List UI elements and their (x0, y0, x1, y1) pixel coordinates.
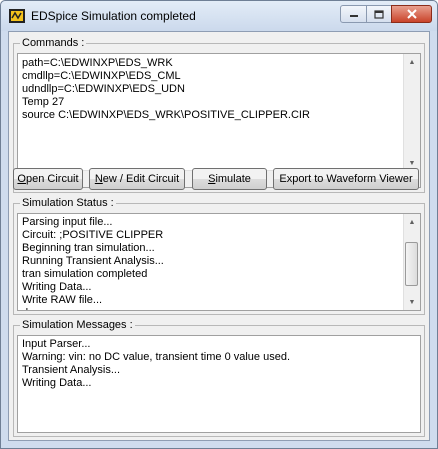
status-line: Parsing input file... (22, 216, 113, 228)
simulate-label: Simulate (208, 173, 251, 185)
simulation-messages-group: Simulation Messages : Input Parser... Wa… (13, 319, 425, 437)
close-icon (406, 9, 417, 19)
commands-vertical-scrollbar[interactable]: ▲ ▼ (403, 54, 420, 171)
status-text: Parsing input file... Circuit: ;POSITIVE… (22, 216, 164, 310)
scroll-up-arrow-icon[interactable]: ▲ (404, 214, 420, 230)
simulation-messages-label: Simulation Messages : (20, 319, 135, 331)
window-title: EDSpice Simulation completed (31, 9, 196, 23)
dialog-client-area: Commands : path=C:\EDWINXP\EDS_WRK cmdll… (8, 31, 430, 441)
simulate-button[interactable]: Simulate (192, 168, 267, 190)
command-line: source C:\EDWINXP\EDS_WRK\POSITIVE_CLIPP… (22, 109, 310, 121)
simulation-status-textarea[interactable]: Parsing input file... Circuit: ;POSITIVE… (17, 213, 421, 311)
message-line: Input Parser... (22, 338, 91, 350)
command-line: Temp 27 (22, 96, 65, 108)
status-line: tran simulation completed (22, 268, 148, 280)
command-line: cmdllp=C:\EDWINXP\EDS_CML (22, 70, 181, 82)
scroll-down-arrow-icon[interactable]: ▼ (404, 294, 420, 310)
edspice-app-icon (9, 9, 25, 23)
simulation-status-label: Simulation Status : (20, 197, 116, 209)
command-line: path=C:\EDWINXP\EDS_WRK (22, 57, 173, 69)
status-line: Beginning tran simulation... (22, 242, 155, 254)
title-bar[interactable]: EDSpice Simulation completed (1, 1, 437, 31)
status-vertical-scrollbar[interactable]: ▲ ▼ (403, 214, 420, 310)
maximize-icon (374, 9, 384, 19)
scroll-up-arrow-icon[interactable]: ▲ (404, 54, 420, 70)
open-circuit-button[interactable]: Open Circuit (13, 168, 83, 190)
message-line: Warning: vin: no DC value, transient tim… (22, 351, 291, 363)
messages-text: Input Parser... Warning: vin: no DC valu… (22, 338, 290, 390)
minimize-button[interactable] (340, 5, 367, 23)
command-line: udndllp=C:\EDWINXP\EDS_UDN (22, 83, 185, 95)
new-edit-circuit-button[interactable]: New / Edit Circuit (89, 168, 185, 190)
app-window: EDSpice Simulation completed Commands : … (0, 0, 438, 449)
maximize-button[interactable] (366, 5, 392, 23)
commands-label: Commands : (20, 37, 87, 49)
status-line: Circuit: ;POSITIVE CLIPPER (22, 229, 164, 241)
scrollbar-thumb[interactable] (405, 242, 418, 286)
export-label: Export to Waveform Viewer (279, 173, 413, 185)
message-line: Writing Data... (22, 377, 92, 389)
close-button[interactable] (391, 5, 432, 23)
message-line: Transient Analysis... (22, 364, 121, 376)
export-to-waveform-viewer-button[interactable]: Export to Waveform Viewer (273, 168, 419, 190)
open-circuit-label: Open Circuit (17, 173, 79, 185)
status-line: Write RAW file... (22, 294, 103, 306)
commands-text: path=C:\EDWINXP\EDS_WRK cmdllp=C:\EDWINX… (22, 57, 310, 122)
status-line: Writing Data... (22, 281, 92, 293)
simulation-messages-textarea[interactable]: Input Parser... Warning: vin: no DC valu… (17, 335, 421, 433)
new-edit-circuit-label: New / Edit Circuit (94, 173, 180, 185)
simulation-status-group: Simulation Status : Parsing input file..… (13, 197, 425, 315)
status-line: done (22, 307, 164, 310)
status-line: Running Transient Analysis... (22, 255, 164, 267)
minimize-icon (349, 15, 358, 17)
